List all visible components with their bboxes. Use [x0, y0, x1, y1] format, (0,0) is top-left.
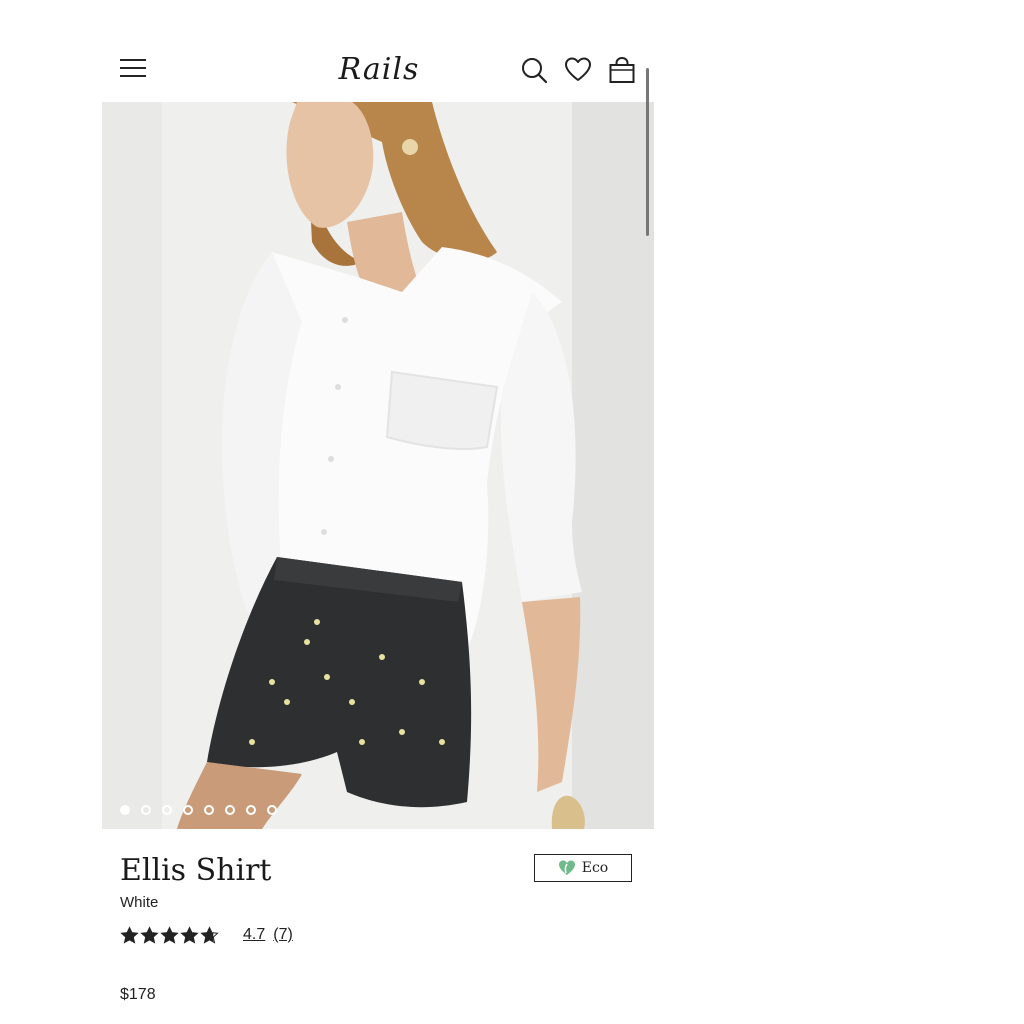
rating-count[interactable]: (7)	[273, 926, 293, 944]
product-rating[interactable]: 4.7 (7)	[120, 924, 293, 946]
image-pagination-dots	[120, 805, 277, 817]
product-color: White	[120, 894, 159, 911]
star-icon	[160, 925, 179, 944]
product-page: Rails Ellis Shirt White Eco 4.7 (7) $178	[102, 30, 654, 1024]
pagination-dot[interactable]	[141, 805, 151, 815]
pagination-dot[interactable]	[225, 805, 235, 815]
hamburger-menu-icon[interactable]	[120, 59, 146, 79]
search-icon[interactable]	[520, 56, 548, 84]
eco-badge[interactable]: Eco	[534, 854, 632, 882]
star-icon	[180, 925, 199, 944]
brand-logo[interactable]: Rails	[334, 48, 424, 92]
pagination-dot[interactable]	[246, 805, 256, 815]
rating-value[interactable]: 4.7	[243, 926, 265, 944]
pagination-dot[interactable]	[267, 805, 277, 815]
model-photo	[102, 102, 654, 829]
shopping-bag-icon[interactable]	[608, 56, 636, 84]
star-icon	[120, 925, 139, 944]
pagination-dot[interactable]	[120, 805, 130, 815]
product-image[interactable]	[102, 102, 654, 829]
pagination-dot[interactable]	[162, 805, 172, 815]
eco-badge-label: Eco	[581, 860, 609, 876]
pagination-dot[interactable]	[204, 805, 214, 815]
eco-heart-icon	[558, 860, 575, 875]
pagination-dot[interactable]	[183, 805, 193, 815]
star-icon	[140, 925, 159, 944]
heart-icon[interactable]	[564, 56, 592, 84]
product-price: $178	[120, 986, 156, 1003]
product-title: Ellis Shirt	[120, 853, 272, 888]
scrollbar-thumb[interactable]	[646, 68, 649, 236]
rating-stars	[120, 925, 219, 945]
star-icon	[200, 925, 219, 944]
site-header: Rails	[102, 30, 654, 102]
